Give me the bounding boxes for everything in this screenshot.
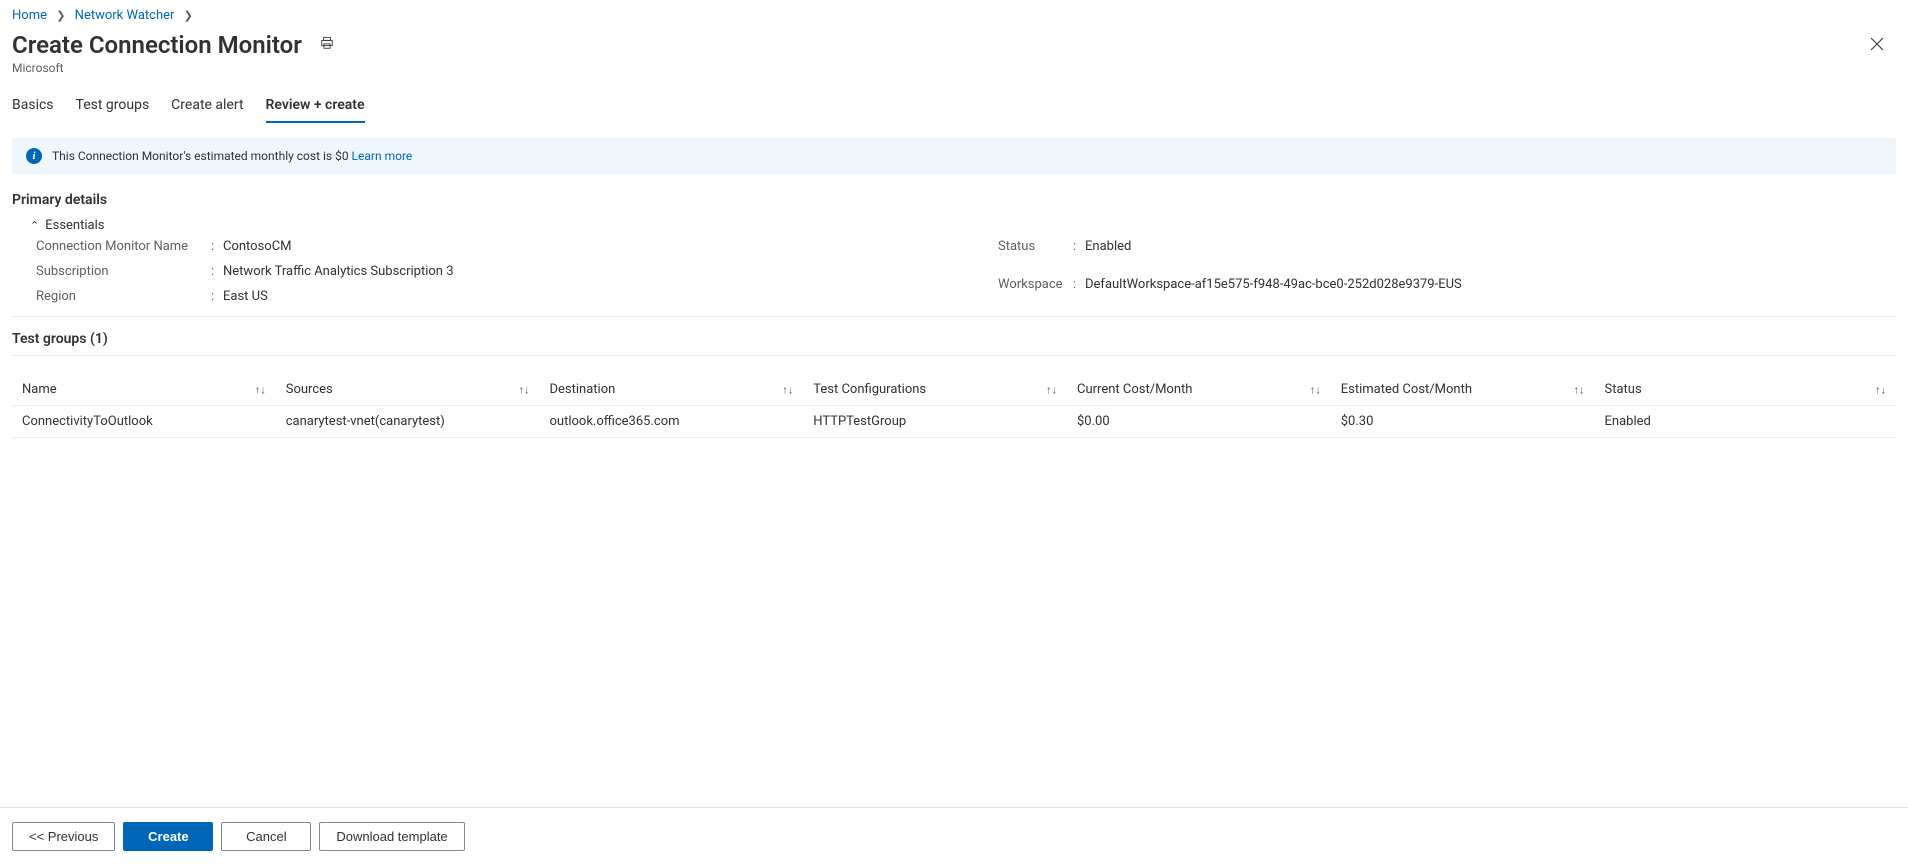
cell-name: ConnectivityToOutlook <box>12 406 276 438</box>
essentials-label: Essentials <box>45 218 104 233</box>
kv-value-workspace: DefaultWorkspace-af15e575-f948-49ac-bce0… <box>1085 277 1896 305</box>
info-icon: i <box>26 148 42 164</box>
kv-key-workspace: Workspace <box>998 277 1073 305</box>
test-groups-heading: Test groups (1) <box>12 331 1896 356</box>
cell-status: Enabled <box>1595 406 1897 438</box>
breadcrumb-home[interactable]: Home <box>12 8 47 23</box>
provider-label: Microsoft <box>12 61 338 75</box>
sort-icon: ↑↓ <box>1310 384 1321 395</box>
kv-key-status: Status <box>998 239 1073 267</box>
kv-value-region: East US <box>223 289 934 304</box>
cell-test-configs: HTTPTestGroup <box>803 406 1067 438</box>
sort-icon: ↑↓ <box>519 384 530 395</box>
col-name[interactable]: Name ↑↓ <box>12 374 276 406</box>
tabs: Basics Test groups Create alert Review +… <box>12 91 1896 124</box>
tab-test-groups[interactable]: Test groups <box>76 91 150 123</box>
cell-sources: canarytest-vnet(canarytest) <box>276 406 540 438</box>
table-row[interactable]: ConnectivityToOutlook canarytest-vnet(ca… <box>12 406 1896 438</box>
kv-key-subscription: Subscription <box>36 264 211 279</box>
breadcrumb-network-watcher[interactable]: Network Watcher <box>75 8 175 23</box>
cell-current-cost: $0.00 <box>1067 406 1331 438</box>
tab-basics[interactable]: Basics <box>12 91 54 123</box>
kv-key-connection-monitor-name: Connection Monitor Name <box>36 239 211 254</box>
kv-key-region: Region <box>36 289 211 304</box>
sort-icon: ↑↓ <box>255 384 266 395</box>
kv-value-subscription: Network Traffic Analytics Subscription 3 <box>223 264 934 279</box>
learn-more-link[interactable]: Learn more <box>352 149 413 163</box>
wizard-footer: << Previous Create Cancel Download templ… <box>0 807 1908 865</box>
sort-icon: ↑↓ <box>1046 384 1057 395</box>
chevron-up-icon: ⌃ <box>30 219 39 232</box>
col-test-configs[interactable]: Test Configurations ↑↓ <box>803 374 1067 406</box>
chevron-right-icon: ❯ <box>50 9 71 22</box>
tab-review-create[interactable]: Review + create <box>266 91 365 123</box>
primary-details-heading: Primary details <box>12 192 1896 208</box>
page-title: Create Connection Monitor <box>12 31 302 59</box>
banner-text: This Connection Monitor's estimated mont… <box>52 149 352 163</box>
sort-icon: ↑↓ <box>1875 384 1886 395</box>
col-status[interactable]: Status ↑↓ <box>1595 374 1897 406</box>
cell-destination: outlook.office365.com <box>540 406 804 438</box>
test-groups-table: Name ↑↓ Sources ↑↓ Destination ↑↓ Test C… <box>12 374 1896 438</box>
essentials-grid: Connection Monitor Name : ContosoCM Subs… <box>12 239 1896 317</box>
sort-icon: ↑↓ <box>1574 384 1585 395</box>
cell-est-cost: $0.30 <box>1331 406 1595 438</box>
kv-value-status: Enabled <box>1085 239 1896 267</box>
close-icon[interactable] <box>1866 33 1888 55</box>
cancel-button[interactable]: Cancel <box>221 822 311 851</box>
col-destination[interactable]: Destination ↑↓ <box>540 374 804 406</box>
col-sources[interactable]: Sources ↑↓ <box>276 374 540 406</box>
tab-create-alert[interactable]: Create alert <box>171 91 243 123</box>
breadcrumb: Home ❯ Network Watcher ❯ <box>12 0 1896 27</box>
kv-value-connection-monitor-name: ContosoCM <box>223 239 934 254</box>
essentials-toggle[interactable]: ⌃ Essentials <box>30 218 104 233</box>
print-icon[interactable] <box>316 32 338 54</box>
cost-info-banner: i This Connection Monitor's estimated mo… <box>12 138 1896 174</box>
sort-icon: ↑↓ <box>782 384 793 395</box>
col-current-cost[interactable]: Current Cost/Month ↑↓ <box>1067 374 1331 406</box>
create-button[interactable]: Create <box>123 822 213 851</box>
chevron-right-icon: ❯ <box>178 9 199 22</box>
col-est-cost[interactable]: Estimated Cost/Month ↑↓ <box>1331 374 1595 406</box>
previous-button[interactable]: << Previous <box>12 822 115 851</box>
download-template-button[interactable]: Download template <box>319 822 464 851</box>
